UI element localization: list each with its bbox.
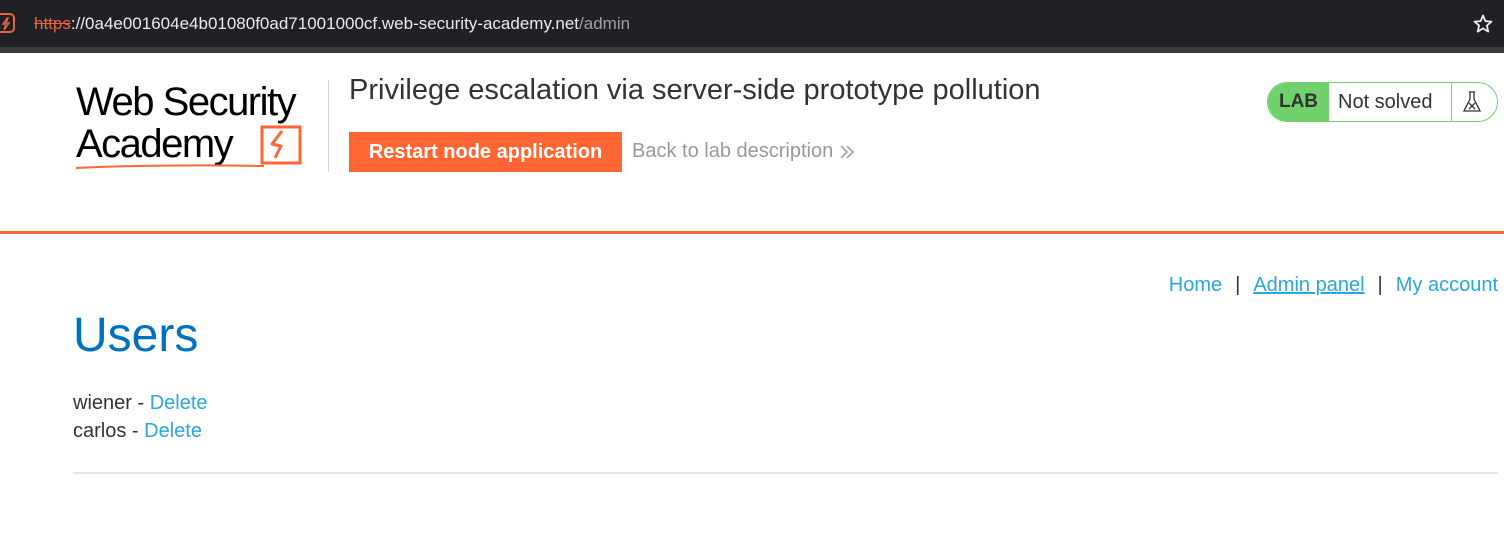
url-path: /admin [579, 14, 631, 33]
restart-node-button[interactable]: Restart node application [349, 132, 622, 172]
back-to-lab-description-link[interactable]: Back to lab description [632, 139, 855, 163]
url-scheme: https [34, 14, 71, 33]
nav-my-account-link[interactable]: My account [1396, 274, 1498, 296]
star-icon[interactable] [1471, 12, 1495, 36]
web-security-academy-logo[interactable]: Web Security Academy [74, 80, 326, 172]
top-nav: Home | Admin panel | My account [1169, 273, 1498, 297]
delete-user-link[interactable]: Delete [144, 420, 202, 442]
nav-home-link[interactable]: Home [1169, 274, 1222, 296]
lab-tag: LAB [1268, 83, 1329, 121]
logo-mark-icon [75, 125, 302, 169]
double-chevron-right-icon [840, 145, 855, 159]
header-divider [328, 80, 329, 172]
page-heading: Users [73, 309, 199, 362]
lab-title: Privilege escalation via server-side pro… [349, 74, 1041, 106]
content-divider [73, 472, 1498, 474]
nav-separator: | [1377, 274, 1383, 296]
lab-status-widget: LAB Not solved [1267, 82, 1498, 122]
url-field[interactable]: https://0a4e001604e4b01080f0ad71001000cf… [34, 14, 630, 34]
toolbar-divider [0, 47, 1504, 53]
nav-separator: | [1235, 274, 1241, 296]
user-row: carlos - Delete [73, 419, 202, 443]
user-separator: - [131, 392, 150, 414]
lab-status-text: Not solved [1338, 91, 1433, 113]
username: wiener [73, 392, 132, 414]
user-row: wiener - Delete [73, 391, 208, 415]
browser-address-bar: https://0a4e001604e4b01080f0ad71001000cf… [0, 0, 1504, 47]
delete-user-link[interactable]: Delete [150, 392, 208, 414]
flask-icon [1462, 91, 1482, 112]
header-rule [0, 231, 1504, 234]
nav-admin-panel-link[interactable]: Admin panel [1253, 274, 1364, 296]
username: carlos [73, 420, 127, 442]
back-link-label: Back to lab description [632, 140, 834, 162]
user-separator: - [126, 420, 145, 442]
lightning-bolt-icon[interactable] [0, 13, 15, 33]
lab-status-divider [1451, 83, 1452, 121]
url-host: ://0a4e001604e4b01080f0ad71001000cf.web-… [70, 14, 580, 33]
